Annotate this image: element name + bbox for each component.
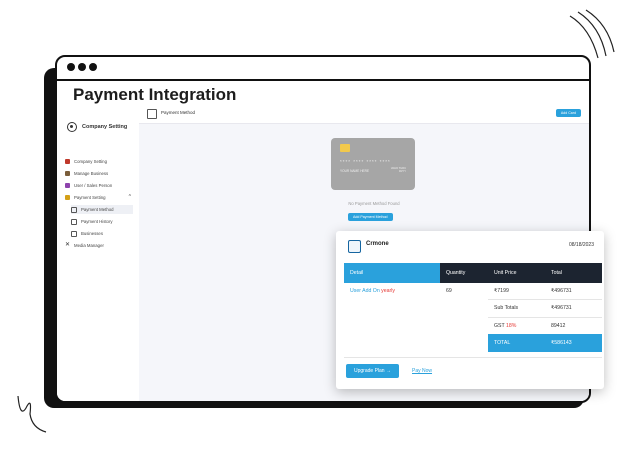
sidebar-item-company-setting[interactable]: Company Setting: [65, 157, 137, 166]
sidebar-item-payment-method[interactable]: Payment Method: [71, 205, 133, 214]
gst-label: GST 18%: [494, 323, 517, 329]
company-icon: [65, 159, 70, 165]
gst-value: 89412: [551, 323, 566, 329]
sidebar-company-setting-header[interactable]: Company Setting: [67, 122, 133, 136]
header-detail: Detail: [344, 263, 440, 283]
card-icon: [71, 206, 77, 213]
empty-state-text: No Payment Method Found: [348, 201, 400, 206]
total-row: TOTAL ₹586143: [488, 334, 602, 352]
header-quantity: Quantity: [440, 263, 488, 283]
divider: [488, 317, 602, 318]
invoice-icon: [348, 240, 361, 253]
header-unit-price: Unit Price: [488, 263, 545, 283]
sidebar: Company Setting Company Setting Manage B…: [57, 105, 140, 401]
chevron-up-icon: ^: [128, 194, 131, 200]
card-number: **** **** **** ****: [340, 159, 391, 164]
sidebar-item-payment-setting[interactable]: Payment Setting ^: [65, 193, 137, 202]
page-title: Payment Integration: [73, 85, 237, 104]
credit-card-image: **** **** **** **** YOUR NAME HERE VALID…: [331, 138, 415, 190]
content-topbar: Payment Method Add Card: [139, 105, 589, 124]
sidebar-item-businesses[interactable]: Businesses: [71, 229, 133, 238]
total-label: TOTAL: [494, 340, 511, 346]
chip-icon: [340, 144, 350, 152]
window-dot-icon: [67, 63, 75, 71]
content-title: Payment Method: [161, 110, 196, 115]
total-value: ₹586143: [551, 340, 572, 346]
window-titlebar: [57, 57, 589, 81]
tools-icon: ✕: [65, 242, 71, 249]
company-name: Crmone: [366, 241, 389, 247]
sidebar-item-payment-history[interactable]: Payment History: [71, 217, 133, 226]
sidebar-item-user-sales-person[interactable]: User / Sales Person: [65, 181, 137, 190]
header-total: Total: [545, 263, 602, 283]
card-name: YOUR NAME HERE: [340, 169, 370, 173]
row-detail: User Add On yearly: [350, 288, 395, 294]
pay-now-link[interactable]: Pay Now: [412, 368, 432, 374]
upgrade-plan-button[interactable]: Upgrade Plan →: [346, 364, 399, 378]
add-card-button[interactable]: Add Card: [555, 109, 581, 117]
window-dot-icon: [78, 63, 86, 71]
business-icon: [65, 171, 70, 177]
card-valid: VALID THRU 00/YY: [390, 167, 406, 173]
subtotal-label: Sub Totals: [494, 305, 519, 311]
sidebar-item-manage-business[interactable]: Manage Business: [65, 169, 137, 178]
receipt-icon: [71, 218, 77, 225]
subtotal-value: ₹496731: [551, 305, 572, 311]
gear-icon: [67, 122, 77, 132]
row-total: ₹496731: [551, 288, 572, 294]
row-unit-price: ₹7199: [494, 288, 509, 294]
payment-icon: [65, 195, 70, 201]
invoice-date: 08/18/2023: [568, 242, 594, 248]
row-quantity: 69: [446, 288, 452, 294]
divider: [344, 357, 602, 358]
add-payment-method-button[interactable]: Add Payment Method: [348, 213, 393, 221]
sidebar-item-media-manager[interactable]: ✕ Media Manager: [65, 241, 137, 250]
invoice-popup: Crmone 08/18/2023 Detail Quantity Unit P…: [336, 231, 604, 389]
building-icon: [71, 230, 77, 237]
divider: [488, 299, 602, 300]
window-dot-icon: [89, 63, 97, 71]
card-icon: [147, 109, 157, 119]
user-icon: [65, 183, 70, 189]
